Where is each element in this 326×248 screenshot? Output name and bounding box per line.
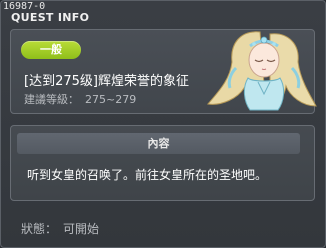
queen-portrait-icon (200, 22, 320, 112)
quest-title: [达到275级]辉煌荣誉的象征 (24, 74, 189, 89)
quest-status: 狀態： 可開始 (21, 220, 105, 237)
recommended-level-label: 建議等級： (24, 93, 79, 106)
quest-type-badge: 一般 (21, 41, 81, 59)
content-text: 听到女皇的召唤了。前往女皇所在的圣地吧。 (27, 168, 268, 182)
window-title: QUEST INFO (11, 11, 90, 24)
content-header: 內容 (17, 133, 300, 154)
recommended-level: 建議等級： 275~279 (24, 91, 142, 107)
recommended-level-value: 275~279 (85, 93, 137, 106)
status-value: 可開始 (63, 222, 100, 236)
status-label: 狀態： (21, 222, 58, 236)
